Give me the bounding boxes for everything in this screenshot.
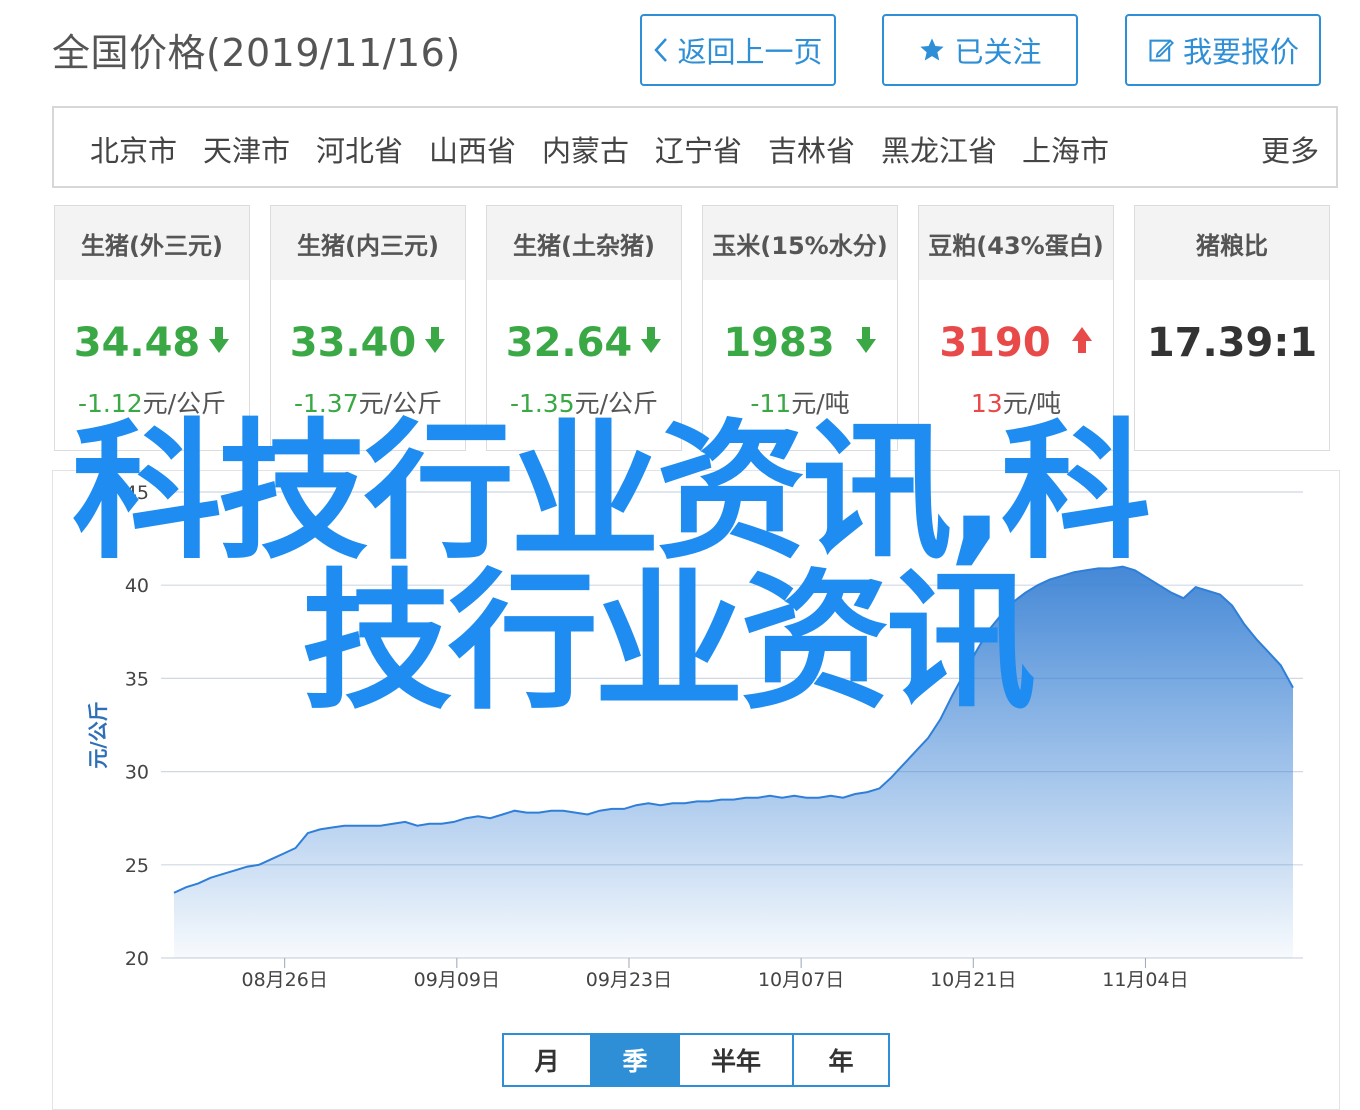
region-item[interactable]: 天津市 <box>203 128 290 170</box>
price-value: 17.39:1 <box>1146 320 1318 366</box>
region-item[interactable]: 上海市 <box>1022 128 1109 170</box>
page-title: 全国价格(2019/11/16) <box>52 31 461 75</box>
region-item[interactable]: 山西省 <box>429 128 516 170</box>
change-unit: 元/吨 <box>791 389 850 418</box>
arrow-down-icon <box>855 319 877 365</box>
more-regions-link[interactable]: 更多 <box>1261 128 1319 170</box>
card-change: -1.37元/公斤 <box>271 384 465 420</box>
report-price-button[interactable]: 我要报价 <box>1125 14 1321 86</box>
change-unit: 元/吨 <box>1002 389 1062 418</box>
y-axis-label: 元/公斤 <box>86 701 110 768</box>
region-item[interactable]: 北京市 <box>90 128 177 170</box>
y-tick-label: 25 <box>125 855 149 877</box>
card-price: 33.40 <box>271 320 465 368</box>
arrow-down-icon <box>208 319 230 365</box>
card-change: -1.35元/公斤 <box>487 384 681 420</box>
y-tick-label: 45 <box>125 482 149 504</box>
tab-quarter[interactable]: 季 <box>592 1035 680 1085</box>
price-value: 33.40 <box>289 320 417 366</box>
card-title: 猪粮比 <box>1135 206 1329 280</box>
change-value: -1.37 <box>293 389 359 418</box>
card-title: 生猪(外三元) <box>55 206 249 280</box>
price-value: 1983 <box>723 320 835 366</box>
region-item[interactable]: 内蒙古 <box>542 128 629 170</box>
arrow-down-icon <box>424 319 446 365</box>
tab-month[interactable]: 月 <box>504 1035 592 1085</box>
card-title: 生猪(内三元) <box>271 206 465 280</box>
change-value: -1.35 <box>509 389 575 418</box>
price-card: 生猪(内三元) 33.40 -1.37元/公斤 <box>270 205 466 451</box>
x-tick-label: 09月23日 <box>586 969 672 991</box>
report-button-label: 我要报价 <box>1182 35 1299 69</box>
change-unit: 元/公斤 <box>142 389 227 418</box>
change-unit: 元/公斤 <box>358 389 443 418</box>
card-title: 豆粕(43%蛋白) <box>919 206 1113 280</box>
price-card: 生猪(外三元) 34.48 -1.12元/公斤 <box>54 205 250 451</box>
price-value: 32.64 <box>505 320 633 366</box>
arrow-down-icon <box>640 319 662 365</box>
series-area <box>174 566 1293 958</box>
price-card: 玉米(15%水分) 1983 -11元/吨 <box>702 205 898 451</box>
card-price: 1983 <box>703 320 897 368</box>
region-item[interactable]: 黑龙江省 <box>881 128 997 170</box>
change-value: 13 <box>970 389 1003 418</box>
x-tick-label: 11月04日 <box>1102 969 1188 991</box>
tab-half-year[interactable]: 半年 <box>680 1035 794 1085</box>
y-tick-label: 30 <box>125 762 149 784</box>
change-value: -11 <box>750 389 792 418</box>
change-unit: 元/公斤 <box>574 389 659 418</box>
follow-button-label: 已关注 <box>954 35 1042 69</box>
x-tick-label: 08月26日 <box>241 969 327 991</box>
price-area-chart: 20 25 30 35 40 45 元/公斤 08月26日 09月09日 09月23日 10月07日… <box>86 482 1303 991</box>
x-tick-label: 10月07日 <box>758 969 844 991</box>
card-title: 生猪(土杂猪) <box>487 206 681 280</box>
star-icon <box>918 36 946 64</box>
period-tabs: 月 季 半年 年 <box>502 1033 890 1087</box>
edit-icon <box>1147 36 1175 64</box>
price-chart-panel: 20 25 30 35 40 45 元/公斤 08月26日 09月09日 09月23日 10月07日… <box>52 470 1340 1110</box>
price-card: 生猪(土杂猪) 32.64 -1.35元/公斤 <box>486 205 682 451</box>
y-tick-label: 40 <box>125 575 149 597</box>
price-value: 3190 <box>939 320 1051 366</box>
card-change: -1.12元/公斤 <box>55 384 249 420</box>
card-title: 玉米(15%水分) <box>703 206 897 280</box>
change-value: -1.12 <box>77 389 143 418</box>
y-tick-label: 20 <box>125 948 149 970</box>
region-item[interactable]: 吉林省 <box>768 128 855 170</box>
card-price: 32.64 <box>487 320 681 368</box>
card-change: 13元/吨 <box>919 384 1113 420</box>
price-card: 豆粕(43%蛋白) 3190 13元/吨 <box>918 205 1114 451</box>
card-price: 17.39:1 <box>1135 320 1329 366</box>
back-button[interactable]: 返回上一页 <box>640 14 836 86</box>
region-bar: 北京市 天津市 河北省 山西省 内蒙古 辽宁省 吉林省 黑龙江省 上海市 更多 <box>52 106 1338 188</box>
back-button-label: 返回上一页 <box>677 35 823 69</box>
region-item[interactable]: 河北省 <box>316 128 403 170</box>
x-tick-label: 09月09日 <box>414 969 500 991</box>
price-card: 猪粮比 17.39:1 <box>1134 205 1330 451</box>
tab-year[interactable]: 年 <box>794 1035 888 1085</box>
card-price: 34.48 <box>55 320 249 368</box>
y-tick-label: 35 <box>125 668 149 690</box>
x-tick-label: 10月21日 <box>930 969 1016 991</box>
card-change: -11元/吨 <box>703 384 897 420</box>
arrow-up-icon <box>1071 319 1093 365</box>
chevron-left-icon <box>653 37 669 63</box>
price-value: 34.48 <box>73 320 201 366</box>
region-item[interactable]: 辽宁省 <box>655 128 742 170</box>
follow-button[interactable]: 已关注 <box>882 14 1078 86</box>
card-price: 3190 <box>919 320 1113 368</box>
